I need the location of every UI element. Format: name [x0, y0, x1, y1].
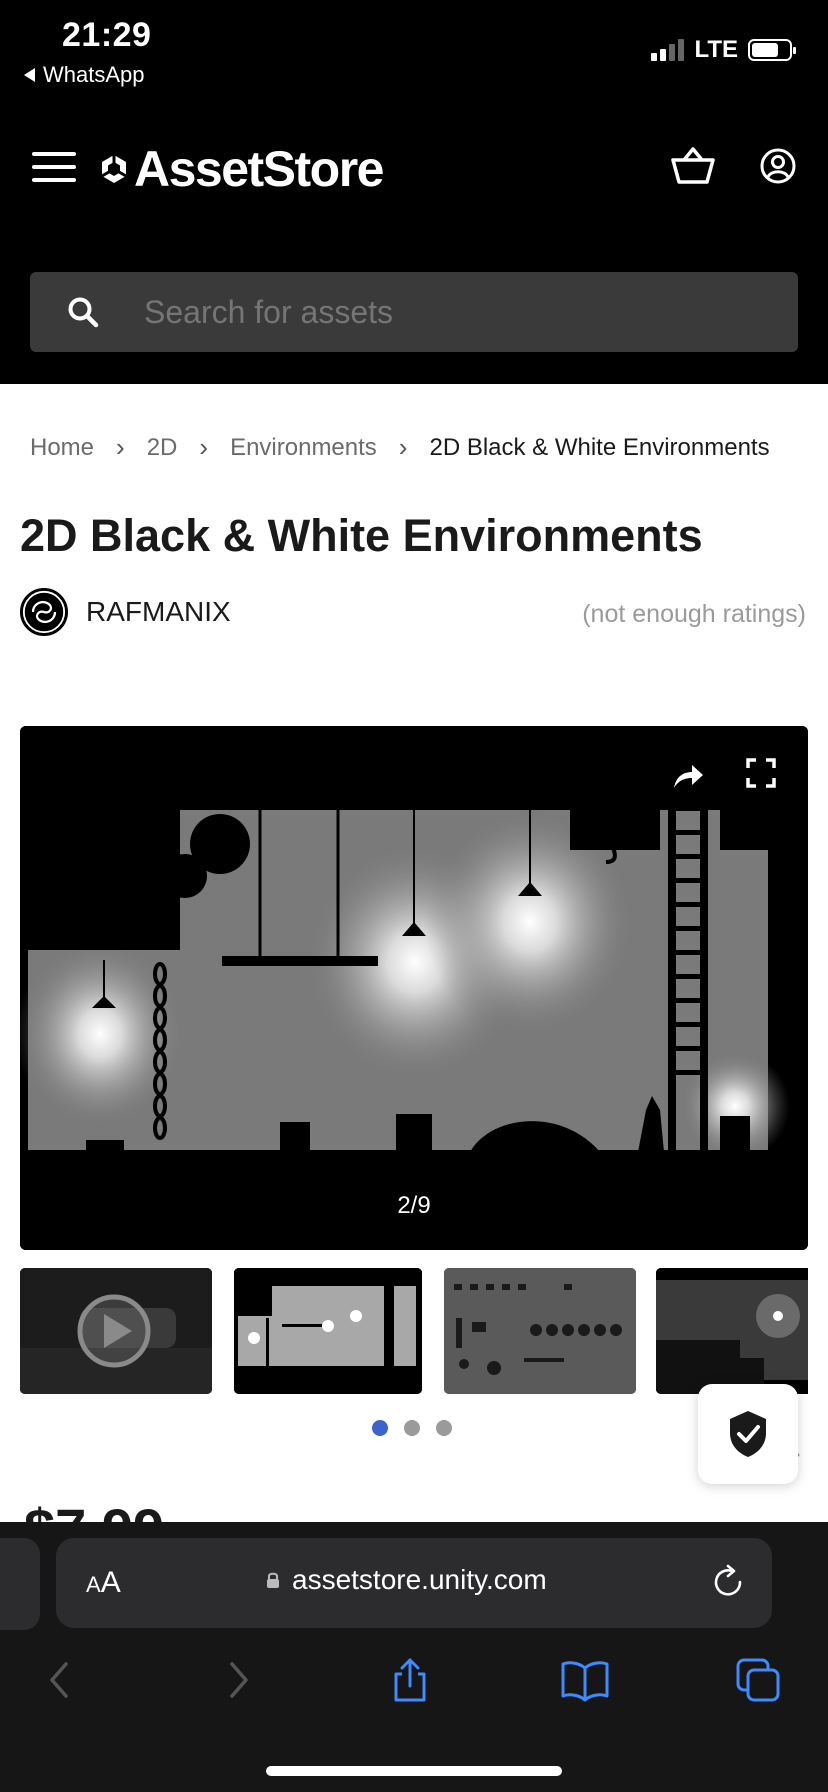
address-bar[interactable]: AAAA assetstore.unity.com: [56, 1538, 772, 1628]
breadcrumb-home[interactable]: Home: [30, 434, 94, 462]
breadcrumb-2d[interactable]: 2D: [147, 434, 178, 462]
lock-icon: [267, 1572, 279, 1588]
url-text: assetstore.unity.com: [292, 1564, 547, 1595]
pager-dot[interactable]: [404, 1420, 420, 1436]
network-label: LTE: [694, 36, 738, 63]
search-input[interactable]: [142, 292, 746, 332]
back-to-app[interactable]: WhatsApp: [24, 62, 145, 88]
fullscreen-icon[interactable]: [746, 758, 776, 788]
carousel-pager: [372, 1420, 452, 1436]
bookmarks-icon[interactable]: [560, 1658, 610, 1702]
environment-thumbnail-image: [234, 1268, 422, 1394]
home-indicator[interactable]: [266, 1766, 562, 1776]
price-partial: $7.99: [24, 1500, 224, 1524]
share-sheet-icon[interactable]: [388, 1658, 432, 1702]
chevron-right-icon: ›: [199, 432, 209, 462]
brand-name: AssetStore: [134, 141, 385, 197]
thumbnail-image[interactable]: [234, 1268, 422, 1394]
pager-dot[interactable]: [372, 1420, 388, 1436]
reload-icon[interactable]: [710, 1564, 746, 1600]
brand-logo[interactable]: AssetStore: [100, 140, 385, 198]
status-time: 21:29: [62, 16, 152, 54]
battery-icon: [748, 39, 796, 61]
tabs-icon[interactable]: [736, 1658, 780, 1702]
breadcrumb: Home › 2D › Environments › 2D Black & Wh…: [30, 432, 770, 463]
image-counter: 2/9: [397, 1192, 431, 1219]
publisher-name[interactable]: RAFMANIX: [86, 596, 231, 628]
environment-thumbnail-image: [656, 1268, 808, 1394]
publisher[interactable]: RAFMANIX: [20, 588, 231, 636]
back-arrow-icon[interactable]: [38, 1658, 82, 1702]
breadcrumb-environments[interactable]: Environments: [230, 434, 377, 462]
status-indicators: LTE: [651, 36, 796, 64]
privacy-badge-button[interactable]: [698, 1384, 798, 1484]
thumbnail-image[interactable]: [656, 1268, 808, 1394]
search-bar[interactable]: [30, 272, 798, 352]
breadcrumb-current: 2D Black & White Environments: [429, 433, 770, 461]
browser-chrome: AAAA assetstore.unity.com: [0, 1522, 828, 1792]
pager-dot[interactable]: [436, 1420, 452, 1436]
environment-screenshot: [20, 726, 808, 1250]
thumbnail-video[interactable]: [20, 1268, 212, 1394]
reader-settings-button[interactable]: AAAA: [86, 1566, 121, 1600]
account-icon[interactable]: [760, 148, 796, 184]
thumbnail-image[interactable]: [444, 1268, 636, 1394]
signal-icon: [651, 39, 685, 61]
page-title: 2D Black & White Environments: [20, 510, 703, 561]
site-header: 21:29 WhatsApp LTE AssetStore: [0, 0, 828, 384]
previous-tab-peek[interactable]: [0, 1538, 40, 1630]
shield-check-icon: [730, 1411, 766, 1457]
rating-status: (not enough ratings): [582, 600, 806, 628]
chevron-right-icon: ›: [398, 432, 408, 462]
media-viewer[interactable]: 2/9: [20, 726, 808, 1250]
back-triangle-icon: [24, 68, 35, 82]
share-icon[interactable]: [670, 760, 706, 792]
menu-icon[interactable]: [32, 152, 76, 182]
thumbnail-strip: [20, 1268, 808, 1396]
chevron-right-icon: ›: [116, 432, 125, 462]
sprite-sheet-thumbnail-image: [444, 1268, 636, 1394]
browser-toolbar: [0, 1658, 828, 1738]
forward-arrow-icon[interactable]: [216, 1658, 260, 1702]
back-app-label: WhatsApp: [43, 62, 145, 87]
unity-logo-icon: [101, 155, 127, 183]
search-icon: [68, 297, 99, 328]
basket-icon[interactable]: [670, 146, 716, 186]
publisher-avatar: [20, 588, 68, 636]
video-thumbnail-image: [20, 1268, 212, 1394]
